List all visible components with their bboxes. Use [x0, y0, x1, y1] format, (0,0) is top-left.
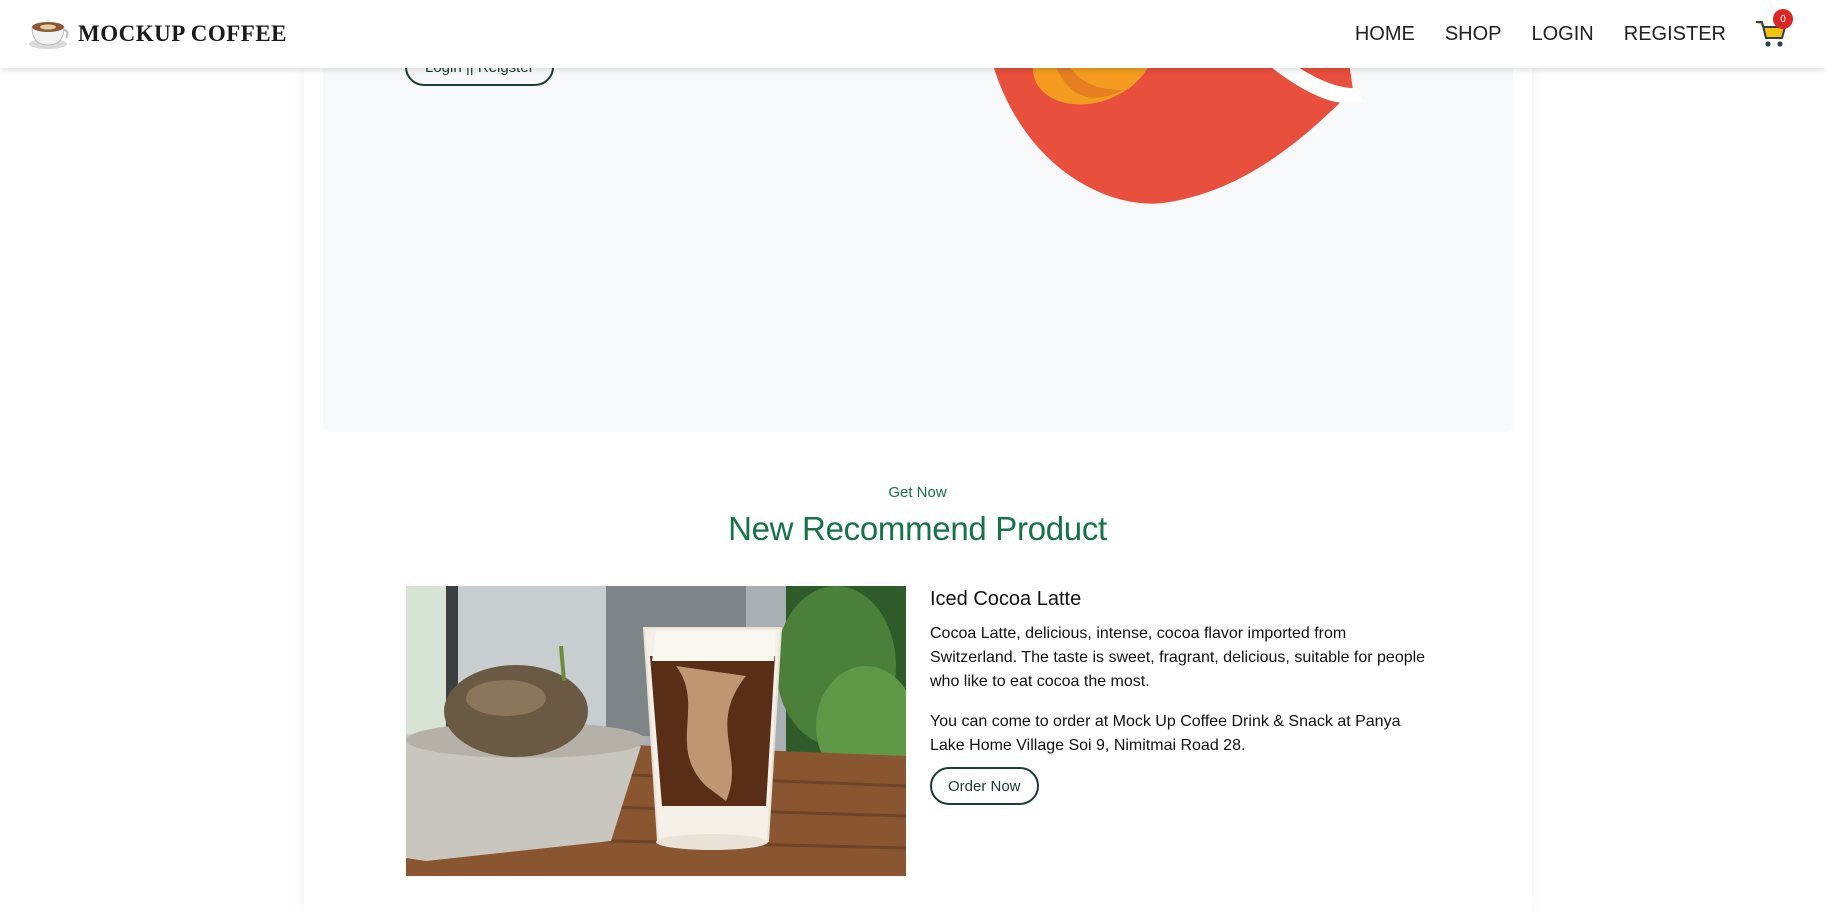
nav-register[interactable]: REGISTER [1624, 23, 1726, 46]
page: Login || Reigster MOCKUP COFFEE [0, 0, 1826, 912]
nav-menu: HOME SHOP LOGIN REGISTER [1355, 0, 1726, 68]
brand-name: MOCKUP COFFEE [78, 21, 288, 46]
cart-count-badge: 0 [1773, 9, 1793, 29]
product-name: Iced Cocoa Latte [930, 588, 1082, 610]
product-image [406, 586, 906, 876]
coffee-cup-icon [29, 22, 69, 49]
nav-shop[interactable]: SHOP [1445, 23, 1502, 46]
coffee-bag-illustration [986, 40, 1387, 204]
nav-login[interactable]: LOGIN [1532, 23, 1594, 46]
section-title: New Recommend Product [728, 510, 1107, 547]
order-now-button[interactable]: Order Now [930, 767, 1039, 805]
brand-logo[interactable]: MOCKUP COFFEE [28, 14, 287, 54]
section-eyebrow: Get Now [888, 484, 947, 501]
product-location-text: You can come to order at Mock Up Coffee … [930, 713, 1401, 754]
product-description: Cocoa Latte, delicious, intense, cocoa f… [930, 625, 1426, 690]
iced-cocoa-latte-photo [406, 586, 906, 876]
navbar: MOCKUP COFFEE HOME SHOP LOGIN REGISTER 0 [0, 0, 1826, 68]
nav-home[interactable]: HOME [1355, 23, 1415, 46]
hero-section: Login || Reigster [323, 40, 1513, 432]
